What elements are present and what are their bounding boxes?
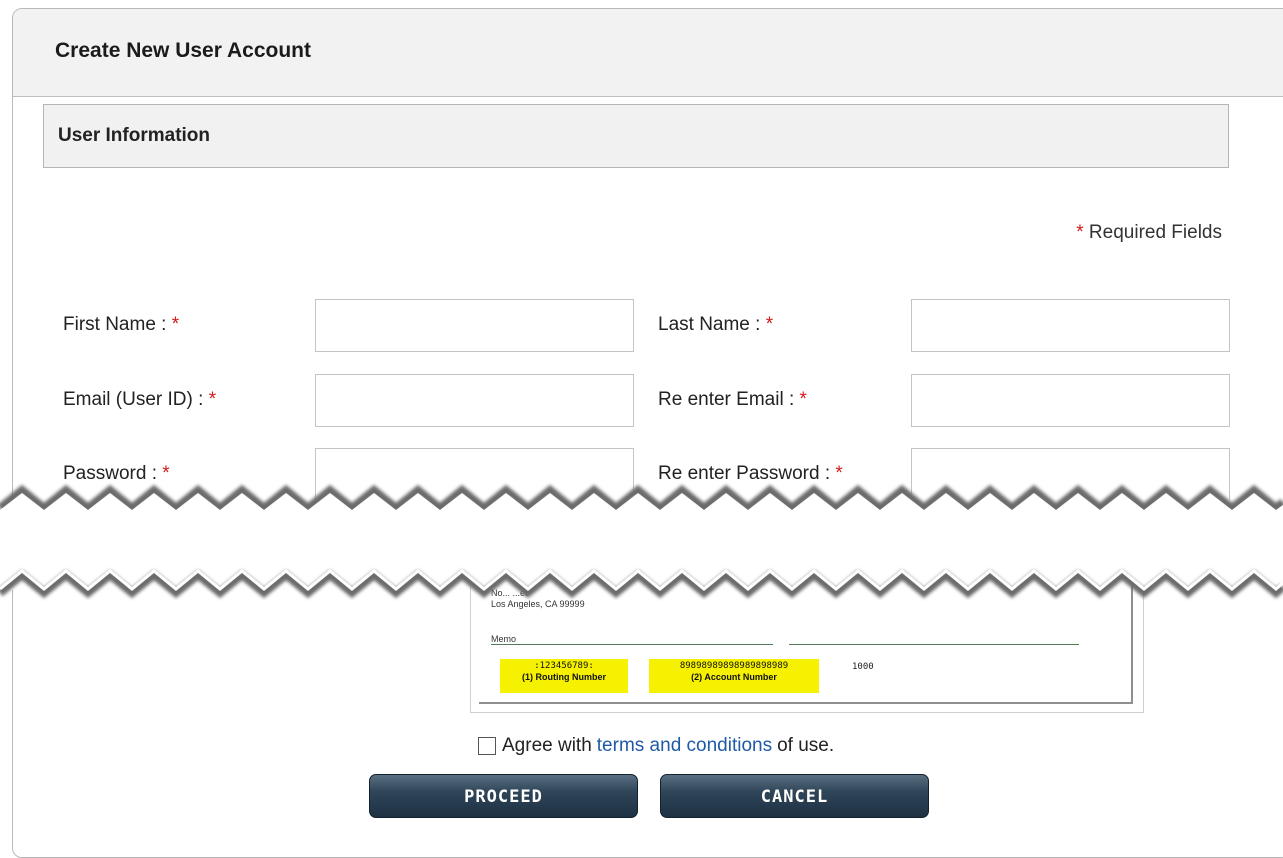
last-name-input[interactable] bbox=[911, 299, 1230, 352]
required-star: * bbox=[799, 389, 807, 410]
signature-line bbox=[789, 644, 1079, 645]
required-star: * bbox=[208, 389, 217, 410]
email-label: Email (User ID) : * bbox=[63, 389, 216, 411]
agree-checkbox[interactable] bbox=[478, 737, 496, 755]
email-label-text: Email (User ID) : bbox=[63, 389, 204, 410]
agree-prefix: Agree with bbox=[502, 735, 592, 756]
check-number: 1000 bbox=[852, 662, 874, 672]
torn-edge-top bbox=[0, 484, 1283, 518]
memo-line bbox=[491, 644, 773, 645]
last-name-label-text: Last Name : bbox=[658, 314, 761, 335]
panel-header: Create New User Account bbox=[13, 9, 1283, 97]
account-number-highlight: 89898989898989898989 (2) Account Number bbox=[649, 659, 819, 693]
email-input[interactable] bbox=[315, 374, 634, 427]
proceed-button[interactable]: PROCEED bbox=[369, 774, 638, 818]
required-star: * bbox=[765, 314, 774, 335]
agree-suffix: of use. bbox=[777, 735, 835, 756]
first-name-label-text: First Name : bbox=[63, 314, 167, 335]
last-name-label: Last Name : * bbox=[658, 314, 773, 336]
required-star: * bbox=[171, 314, 180, 335]
terms-and-conditions-link[interactable]: terms and conditions bbox=[597, 735, 772, 757]
check-memo: Memo bbox=[491, 634, 517, 644]
first-name-label: First Name : * bbox=[63, 314, 179, 336]
routing-number-label: (1) Routing Number bbox=[522, 672, 606, 682]
account-number-label: (2) Account Number bbox=[691, 672, 777, 682]
reenter-email-label: Re enter Email : * bbox=[658, 389, 807, 411]
page-title: Create New User Account bbox=[55, 39, 311, 62]
torn-edge-bottom bbox=[0, 565, 1283, 599]
required-fields-text: Required Fields bbox=[1088, 222, 1222, 243]
user-information-section: User Information bbox=[43, 104, 1229, 168]
routing-number-highlight: :123456789: (1) Routing Number bbox=[500, 659, 628, 693]
first-name-input[interactable] bbox=[315, 299, 634, 352]
agree-terms-row: Agree with terms and conditions of use. bbox=[478, 735, 834, 757]
account-micr: 89898989898989898989 bbox=[679, 661, 789, 671]
section-title: User Information bbox=[58, 125, 211, 146]
required-star: * bbox=[1076, 222, 1084, 243]
reenter-email-label-text: Re enter Email : bbox=[658, 389, 795, 410]
reenter-email-input[interactable] bbox=[911, 374, 1230, 427]
cancel-button[interactable]: CANCEL bbox=[660, 774, 929, 818]
required-fields-note: * Required Fields bbox=[1076, 222, 1222, 244]
routing-micr: :123456789: bbox=[534, 661, 594, 671]
